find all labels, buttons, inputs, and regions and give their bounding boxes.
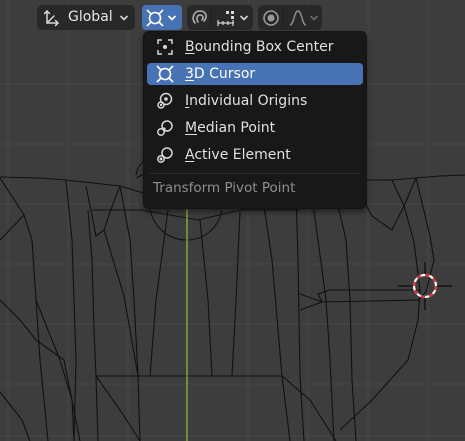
- menu-separator: [150, 173, 360, 174]
- individual-origins-icon: [154, 90, 176, 112]
- proportional-editing-icon[interactable]: [258, 5, 283, 30]
- menu-item-individual-origins[interactable]: Individual Origins: [147, 90, 363, 112]
- 3d-cursor-widget[interactable]: [398, 262, 452, 310]
- menu-item-accelerator: A: [185, 147, 195, 163]
- menu-item-label: ndividual Origins: [189, 93, 308, 109]
- transform-orientation-icon: [38, 5, 63, 30]
- toolbar-separator: [211, 8, 212, 27]
- chevron-down-icon[interactable]: [236, 5, 252, 30]
- snap-increment-icon[interactable]: [213, 5, 238, 30]
- median-point-icon: [154, 117, 176, 139]
- orientation-label: Global: [68, 9, 113, 25]
- pivot-point-button[interactable]: [142, 5, 182, 30]
- active-element-icon: [154, 144, 176, 166]
- chevron-down-icon: [114, 5, 134, 30]
- menu-title: Transform Pivot Point: [153, 180, 296, 196]
- 3d-cursor-icon: [145, 8, 165, 28]
- menu-item-label: D Cursor: [193, 66, 256, 82]
- pivot-point-menu: Bounding Box Center 3D Cursor Individual…: [143, 31, 367, 209]
- bounding-box-center-icon: [154, 36, 176, 58]
- snap-magnet-icon[interactable]: [187, 5, 212, 30]
- menu-item-label: ounding Box Center: [194, 39, 334, 55]
- menu-item-median-point[interactable]: Median Point: [147, 117, 363, 139]
- menu-item-bounding-box-center[interactable]: Bounding Box Center: [147, 36, 363, 58]
- chevron-down-icon[interactable]: [306, 5, 322, 30]
- menu-item-accelerator: 3: [185, 66, 194, 82]
- toolbar-separator: [283, 8, 284, 27]
- menu-item-3d-cursor[interactable]: 3D Cursor: [147, 63, 363, 85]
- menu-item-label: edian Point: [197, 120, 276, 136]
- 3d-cursor-icon: [154, 63, 176, 85]
- menu-item-active-element[interactable]: Active Element: [147, 144, 363, 166]
- menu-item-label: ctive Element: [194, 147, 291, 163]
- chevron-down-icon: [166, 12, 178, 24]
- viewport-header: Global: [0, 0, 465, 34]
- menu-item-accelerator: B: [185, 39, 195, 55]
- menu-item-accelerator: M: [185, 120, 198, 136]
